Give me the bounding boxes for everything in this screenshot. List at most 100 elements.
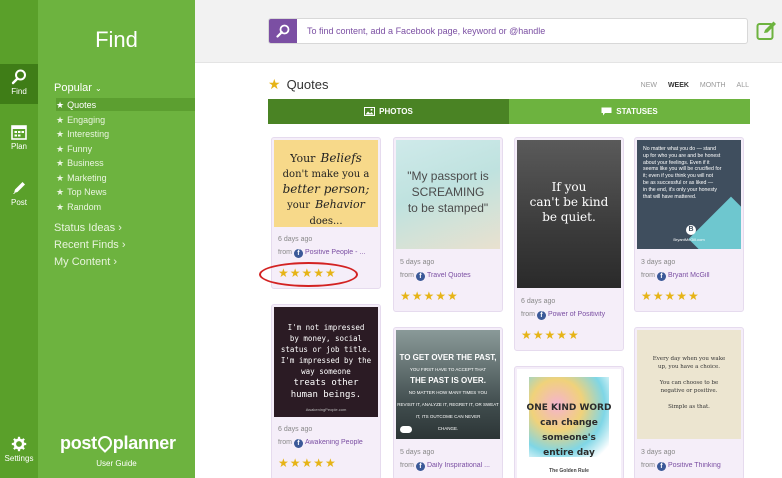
star-icon: ★ xyxy=(56,187,65,197)
star-icon: ★ xyxy=(268,76,281,92)
menu-status-ideas[interactable]: Status Ideas › xyxy=(54,222,122,234)
menu-recent-finds[interactable]: Recent Finds › xyxy=(54,239,126,251)
search-icon xyxy=(11,69,26,85)
quote-card[interactable]: ONE KIND WORD can change someone's entir… xyxy=(514,366,624,478)
quote-image[interactable]: TO GET OVER THE PAST, YOU FIRST HAVE TO … xyxy=(396,330,500,439)
quote-image[interactable]: ONE KIND WORD can change someone's entir… xyxy=(517,369,621,478)
watermark: BryantMcGill.com xyxy=(673,237,705,242)
sidebar-item-random[interactable]: ★ Random xyxy=(56,202,101,213)
source-link[interactable]: Bryant McGill xyxy=(668,272,710,279)
sidebar-item-marketing[interactable]: ★ Marketing xyxy=(56,173,107,184)
quote-card[interactable]: No matter what you do — stand up for who… xyxy=(634,137,744,312)
quote-image[interactable]: If you can't be kind be quiet. xyxy=(517,140,621,288)
quote-line: Beliefs xyxy=(320,151,362,165)
quote-image[interactable]: Every day when you wake up, you have a c… xyxy=(637,330,741,439)
sidebar-item-engaging[interactable]: ★ Engaging xyxy=(56,115,105,126)
rail-find-button[interactable]: Find xyxy=(0,64,38,104)
menu-popular[interactable]: Popular ⌄ xyxy=(54,82,102,94)
quote-text: Your Beliefs don't make you a better per… xyxy=(274,150,378,228)
post-date: 3 days ago xyxy=(641,259,676,266)
quote-image[interactable]: "My passport is SCREAMING to be stamped" xyxy=(396,140,500,249)
map-pin-icon xyxy=(94,433,115,453)
quote-line: Behavior xyxy=(315,198,365,211)
source-link[interactable]: Awakening People xyxy=(305,439,363,446)
search-placeholder: To find content, add a Facebook page, ke… xyxy=(307,26,546,36)
source-link[interactable]: Power of Positivity xyxy=(548,311,605,318)
quote-line: You can choose to be xyxy=(659,380,719,386)
quote-line: that will have mattered. xyxy=(643,193,697,200)
star-icon: ★ xyxy=(56,158,65,168)
quote-text: "My passport is SCREAMING to be stamped" xyxy=(396,168,500,216)
chevron-right-icon: › xyxy=(113,256,117,268)
quote-line: can change xyxy=(540,418,598,428)
quote-line: TO GET OVER THE PAST, xyxy=(399,353,497,362)
search-field[interactable]: To find content, add a Facebook page, ke… xyxy=(268,18,748,44)
filter-week[interactable]: WEEK xyxy=(668,82,689,89)
from-label: from xyxy=(400,462,414,469)
sidebar-item-funny[interactable]: ★ Funny xyxy=(56,144,92,155)
logo-word-post: post xyxy=(60,433,97,453)
from-label: from xyxy=(521,311,535,318)
facebook-icon: f xyxy=(536,311,546,320)
tab-photos[interactable]: PHOTOS xyxy=(268,99,509,124)
filter-all[interactable]: ALL xyxy=(737,82,749,89)
source-link[interactable]: Positive Thinking xyxy=(668,462,721,469)
quote-card[interactable]: If you can't be kind be quiet. 6 days ag… xyxy=(514,137,624,351)
star-rating[interactable]: ★★★★★ xyxy=(278,456,337,470)
quote-line: negative or positive. xyxy=(660,388,718,394)
filter-month[interactable]: MONTH xyxy=(700,82,726,89)
filter-new[interactable]: NEW xyxy=(641,82,657,89)
search-button[interactable] xyxy=(269,19,297,43)
sidebar-item-business[interactable]: ★ Business xyxy=(56,158,104,169)
top-bar: To find content, add a Facebook page, ke… xyxy=(195,0,782,63)
post-date: 6 days ago xyxy=(521,298,556,305)
post-source: from f Positive People - ... xyxy=(278,249,378,258)
quote-line: IT, ITS OUTCOME CAN NEVER xyxy=(415,414,481,419)
quote-line: better person; xyxy=(282,182,370,196)
logo-word-planner: planner xyxy=(112,433,176,453)
user-guide-link[interactable]: User Guide xyxy=(38,459,195,468)
facebook-icon: f xyxy=(656,462,666,471)
quote-line: Every day when you wake xyxy=(652,356,726,362)
quote-image[interactable]: No matter what you do — stand up for who… xyxy=(637,140,741,249)
rail-plan-button[interactable]: Plan xyxy=(0,120,38,160)
quote-card[interactable]: I'm not impressed by money, social statu… xyxy=(271,304,381,478)
quote-image[interactable]: I'm not impressed by money, social statu… xyxy=(274,307,378,417)
quote-line: in the end, it's only your honesty xyxy=(643,186,717,193)
quote-line: up, you have a choice. xyxy=(657,364,720,370)
bryant-logo-icon: B xyxy=(686,225,696,235)
tab-photos-label: PHOTOS xyxy=(379,107,413,116)
source-link[interactable]: Positive People - ... xyxy=(305,249,365,256)
source-link[interactable]: Daily Inspirational ... xyxy=(427,462,490,469)
post-date: 5 days ago xyxy=(400,259,435,266)
menu-my-content[interactable]: My Content › xyxy=(54,256,117,268)
rail-post-button[interactable]: Post xyxy=(0,176,38,216)
quote-text: ONE KIND WORD can change someone's entir… xyxy=(517,399,621,459)
quote-card[interactable]: TO GET OVER THE PAST, YOU FIRST HAVE TO … xyxy=(393,327,503,478)
star-rating[interactable]: ★★★★★ xyxy=(641,289,700,303)
quote-line: entire day xyxy=(543,448,595,458)
compose-icon[interactable] xyxy=(756,20,778,42)
tab-statuses[interactable]: STATUSES xyxy=(509,99,750,124)
star-icon: ★ xyxy=(56,129,65,139)
quote-card[interactable]: "My passport is SCREAMING to be stamped"… xyxy=(393,137,503,312)
facebook-icon: f xyxy=(415,462,425,471)
chevron-down-icon: ⌄ xyxy=(94,84,102,93)
post-date: 5 days ago xyxy=(400,449,435,456)
rail-settings-button[interactable]: Settings xyxy=(0,432,38,472)
source-link[interactable]: Travel Quotes xyxy=(427,272,471,279)
sidebar-item-label: Interesting xyxy=(67,129,110,139)
sidebar-item-interesting[interactable]: ★ Interesting xyxy=(56,129,109,140)
post-planner-logo: post planner xyxy=(60,433,176,454)
post-source: from f Bryant McGill xyxy=(641,272,741,281)
quote-card[interactable]: Every day when you wake up, you have a c… xyxy=(634,327,744,478)
sidebar-item-label: Random xyxy=(67,202,102,212)
sidebar-item-top-news[interactable]: ★ Top News xyxy=(56,187,107,198)
quote-line: treats other xyxy=(293,378,359,388)
quote-image[interactable]: Your Beliefs don't make you a better per… xyxy=(274,140,378,227)
sidebar-item-quotes[interactable]: ★ Quotes xyxy=(56,100,96,111)
from-label: from xyxy=(278,439,292,446)
star-rating[interactable]: ★★★★★ xyxy=(400,289,459,303)
quote-line: can't be kind xyxy=(529,195,609,209)
star-rating[interactable]: ★★★★★ xyxy=(521,328,580,342)
